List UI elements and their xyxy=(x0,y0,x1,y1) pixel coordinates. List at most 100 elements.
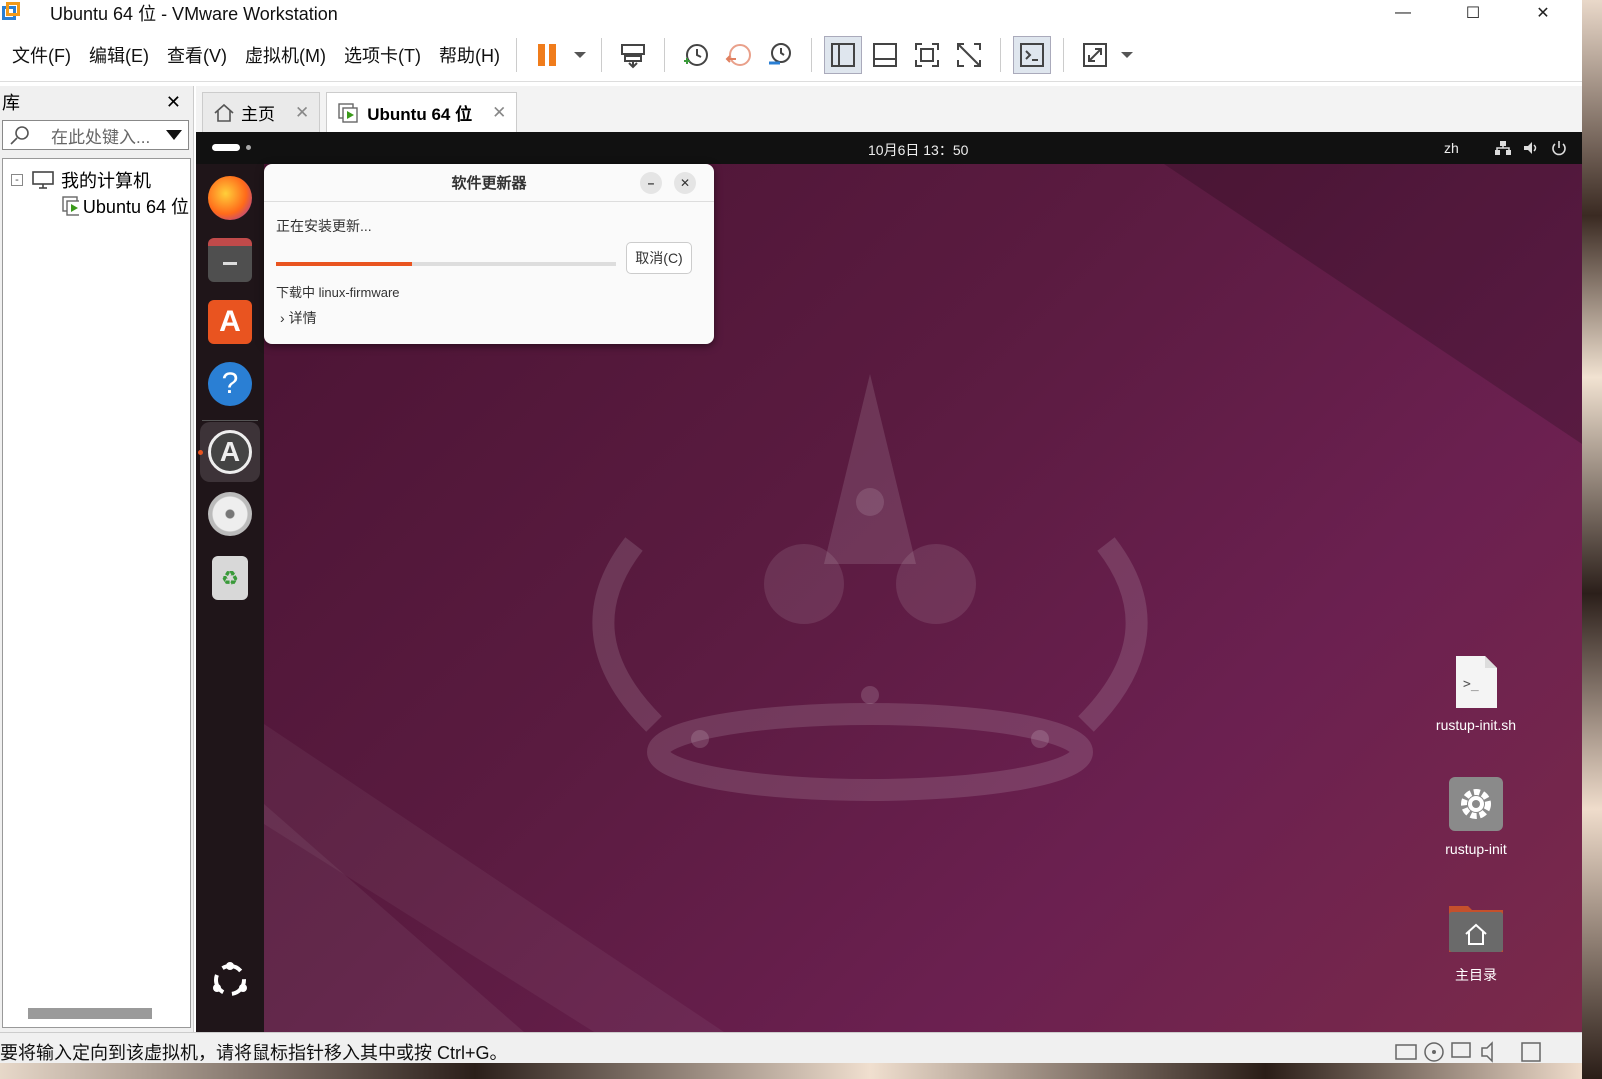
stretch-guest-button[interactable] xyxy=(1076,36,1114,74)
stretch-dropdown[interactable] xyxy=(1118,36,1136,74)
menu-tabs[interactable]: 选项卡(T) xyxy=(344,42,421,68)
host-taskbar-strip xyxy=(0,1063,1582,1079)
details-expander[interactable]: › 详情 xyxy=(280,308,317,328)
library-panel: 库 ✕ 在此处键入... - 我的计算机 Ubuntu 64 位 xyxy=(0,86,194,1032)
input-method-indicator[interactable]: zh xyxy=(1444,140,1459,156)
workspace-indicator-icon[interactable] xyxy=(212,144,240,151)
fullscreen-icon xyxy=(914,42,939,67)
snapshot-clock-icon xyxy=(683,43,708,66)
chevron-down-icon[interactable] xyxy=(164,128,184,142)
tab-ubuntu-close-icon[interactable]: ✕ xyxy=(492,103,506,123)
vm-running-icon xyxy=(62,196,79,216)
home-icon xyxy=(214,103,234,122)
software-updater-icon[interactable]: A xyxy=(208,430,252,474)
show-library-button[interactable] xyxy=(823,35,862,74)
tab-home-close-icon[interactable]: ✕ xyxy=(295,103,309,123)
computer-icon xyxy=(32,171,54,189)
minimize-button[interactable]: — xyxy=(1380,0,1426,26)
collapse-toggle-icon[interactable]: - xyxy=(11,174,23,186)
revert-snapshot-button[interactable] xyxy=(719,36,757,74)
menu-edit[interactable]: 编辑(E) xyxy=(89,42,149,68)
console-view-button[interactable] xyxy=(1012,35,1051,74)
menu-file[interactable]: 文件(F) xyxy=(12,42,71,68)
menu-toolbar: 文件(F) 编辑(E) 查看(V) 虚拟机(M) 选项卡(T) 帮助(H) xyxy=(0,28,1582,82)
tab-home[interactable]: 主页 ✕ xyxy=(202,92,321,132)
title-bar: Ubuntu 64 位 - VMware Workstation — ☐ ✕ xyxy=(0,0,1582,26)
vm-console[interactable]: 10月6日 13：50 zh A ? A ♻ 软件更新器 – ✕ 正在安装更新.… xyxy=(196,132,1582,1032)
tab-ubuntu[interactable]: Ubuntu 64 位 ✕ xyxy=(326,92,518,132)
snapshot-manager-button[interactable] xyxy=(761,36,799,74)
ubuntu-dock: A ? A ♻ xyxy=(196,164,264,1032)
details-label: 详情 xyxy=(288,310,317,326)
vmware-logo-icon xyxy=(0,0,26,26)
library-title: 库 xyxy=(2,93,20,113)
download-status-text: 下载中 linux-firmware xyxy=(276,285,400,300)
svg-text:>_: >_ xyxy=(1463,677,1479,692)
workspace-dot-icon[interactable] xyxy=(246,145,251,150)
home-folder-icon xyxy=(1449,906,1503,952)
optical-disc-icon[interactable] xyxy=(208,492,252,536)
vm-running-icon xyxy=(338,102,358,123)
menu-help[interactable]: 帮助(H) xyxy=(439,42,500,68)
power-dropdown[interactable] xyxy=(571,36,589,74)
library-close-button[interactable]: ✕ xyxy=(166,92,181,113)
volume-icon[interactable] xyxy=(1522,140,1540,156)
tree-item-ubuntu[interactable]: Ubuntu 64 位 xyxy=(61,193,189,219)
script-file-icon: >_ xyxy=(1456,656,1497,708)
library-search-input[interactable]: 在此处键入... xyxy=(2,120,189,150)
stretch-icon xyxy=(1082,42,1107,67)
tab-ubuntu-label: Ubuntu 64 位 xyxy=(367,105,473,124)
app-center-icon[interactable]: A xyxy=(208,300,252,344)
window-title: Ubuntu 64 位 - VMware Workstation xyxy=(50,4,338,24)
vmware-window: Ubuntu 64 位 - VMware Workstation — ☐ ✕ 文… xyxy=(0,0,1582,1079)
files-icon[interactable] xyxy=(208,238,252,282)
host-desktop-strip xyxy=(1582,0,1602,1079)
menu-view[interactable]: 查看(V) xyxy=(167,42,227,68)
close-button[interactable]: ✕ xyxy=(1520,0,1566,26)
software-updater-dialog: 软件更新器 – ✕ 正在安装更新... 取消(C) 下载中 linux-firm… xyxy=(264,164,714,344)
snapshot-manager-icon xyxy=(768,42,791,64)
desktop-icon-rustup-sh[interactable]: >_ rustup-init.sh xyxy=(1416,654,1536,733)
status-message: 要将输入定向到该虚拟机，请将鼠标指针移入其中或按 Ctrl+G。 xyxy=(0,1043,508,1063)
snapshot-button[interactable] xyxy=(677,36,715,74)
console-icon xyxy=(1019,42,1044,67)
chevron-down-icon xyxy=(1120,51,1133,58)
firefox-icon[interactable] xyxy=(208,176,252,220)
tree-item-my-computer[interactable]: - 我的计算机 xyxy=(11,167,151,193)
cancel-button[interactable]: 取消(C) xyxy=(626,242,692,274)
desktop-icon-home[interactable]: 主目录 xyxy=(1416,902,1536,985)
library-scrollbar[interactable] xyxy=(28,1008,152,1019)
help-icon[interactable]: ? xyxy=(208,362,252,406)
unity-icon xyxy=(956,42,981,67)
show-apps-icon[interactable] xyxy=(210,960,250,1000)
desktop-icon-rustup-init[interactable]: rustup-init xyxy=(1416,776,1536,857)
pause-button[interactable] xyxy=(529,36,567,74)
install-status-text: 正在安装更新... xyxy=(276,218,372,234)
dialog-minimize-button[interactable]: – xyxy=(640,172,662,194)
pause-icon xyxy=(537,43,556,66)
chevron-down-icon xyxy=(573,51,586,58)
tab-home-label: 主页 xyxy=(241,105,275,124)
library-tree: - 我的计算机 Ubuntu 64 位 xyxy=(2,158,191,1028)
menu-vm[interactable]: 虚拟机(M) xyxy=(245,42,326,68)
gear-executable-icon xyxy=(1449,777,1503,831)
chevron-right-icon: › xyxy=(280,310,285,326)
library-view-icon xyxy=(830,42,855,67)
gnome-top-bar: 10月6日 13：50 zh xyxy=(196,132,1582,164)
tree-root-label: 我的计算机 xyxy=(61,171,151,191)
unity-mode-button[interactable] xyxy=(950,36,988,74)
power-icon[interactable] xyxy=(1550,140,1568,156)
send-keys-icon xyxy=(620,43,645,68)
dialog-close-button[interactable]: ✕ xyxy=(674,172,696,194)
thumbnail-bar-button[interactable] xyxy=(866,36,904,74)
desktop-icon-label: rustup-init.sh xyxy=(1435,717,1517,733)
network-icon[interactable] xyxy=(1494,140,1512,156)
send-ctrl-alt-del-button[interactable] xyxy=(614,36,652,74)
trash-icon[interactable]: ♻ xyxy=(212,556,248,600)
thumbnail-view-icon xyxy=(872,42,897,67)
clock[interactable]: 10月6日 13：50 xyxy=(868,140,968,160)
maximize-button[interactable]: ☐ xyxy=(1450,0,1496,26)
running-indicator-icon xyxy=(198,450,203,455)
tree-child-label: Ubuntu 64 位 xyxy=(82,197,189,217)
full-screen-button[interactable] xyxy=(908,36,946,74)
